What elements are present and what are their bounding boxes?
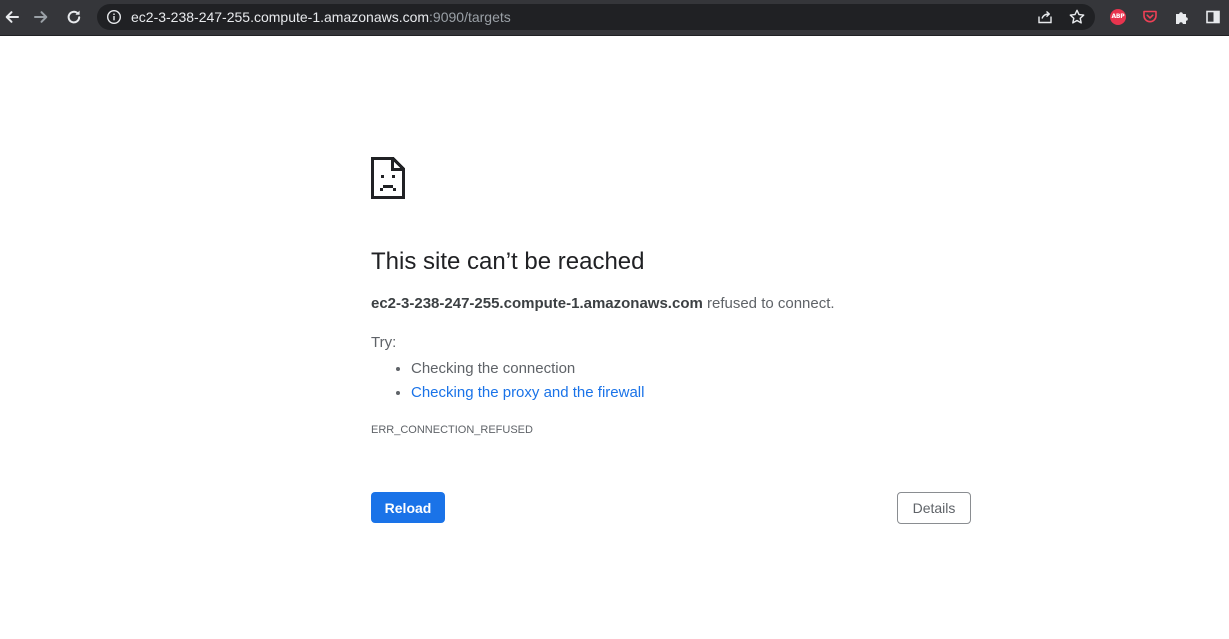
try-label: Try: (371, 334, 397, 351)
star-icon[interactable] (1068, 8, 1086, 26)
error-heading: This site can’t be reached (371, 248, 645, 275)
suggestion-check-connection: Checking the connection (411, 357, 644, 381)
error-host: ec2-3-238-247-255.compute-1.amazonaws.co… (371, 295, 703, 312)
url-text[interactable]: ec2-3-238-247-255.compute-1.amazonaws.co… (131, 9, 511, 25)
suggestion-check-proxy-item: Checking the proxy and the firewall (411, 381, 644, 405)
reload-page-button[interactable] (60, 3, 88, 31)
adblock-plus-icon[interactable]: ABP (1108, 7, 1128, 27)
suggestion-check-proxy-link[interactable]: Checking the proxy and the firewall (411, 384, 644, 401)
info-icon[interactable] (106, 9, 122, 30)
back-arrow-icon (5, 11, 19, 23)
side-panel-icon[interactable] (1203, 7, 1223, 27)
error-summary: ec2-3-238-247-255.compute-1.amazonaws.co… (371, 295, 835, 313)
reload-icon (67, 10, 81, 24)
reload-button[interactable]: Reload (371, 492, 445, 523)
sad-page-icon (371, 157, 405, 204)
suggestions-list: Checking the connection Checking the pro… (371, 357, 644, 405)
puzzle-icon[interactable] (1172, 7, 1192, 27)
url-path: :9090/targets (429, 9, 511, 25)
back-button[interactable] (0, 3, 26, 31)
address-bar[interactable]: ec2-3-238-247-255.compute-1.amazonaws.co… (97, 4, 1095, 30)
url-host: ec2-3-238-247-255.compute-1.amazonaws.co… (131, 9, 430, 25)
forward-button[interactable] (27, 3, 55, 31)
share-icon[interactable] (1036, 8, 1054, 26)
forward-arrow-icon (34, 11, 48, 23)
error-summary-suffix: refused to connect. (702, 295, 835, 312)
pocket-icon[interactable] (1140, 7, 1160, 27)
adblock-plus-label: ABP (1110, 9, 1126, 25)
browser-toolbar: ec2-3-238-247-255.compute-1.amazonaws.co… (0, 0, 1229, 36)
error-code: ERR_CONNECTION_REFUSED (371, 424, 533, 436)
details-button[interactable]: Details (897, 492, 971, 524)
